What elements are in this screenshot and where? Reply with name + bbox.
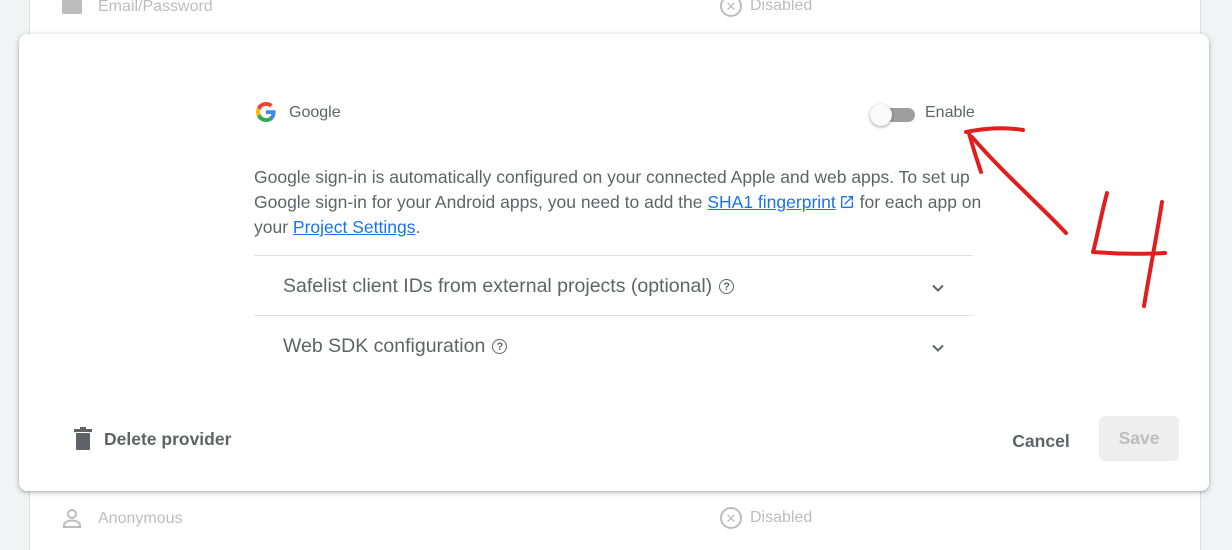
project-settings-link[interactable]: Project Settings [293,217,416,237]
dialog-header: Google Enable [254,98,975,128]
provider-row-name: Email/Password [98,0,213,15]
expander-label: Safelist client IDs from external projec… [283,275,713,297]
enable-toggle[interactable] [870,103,915,127]
provider-row-status: ✕ Disabled [720,506,812,530]
trash-icon [74,427,92,450]
web-sdk-configuration-expander[interactable]: Web SDK configuration ? [254,315,973,376]
provider-name: Google [289,104,341,121]
expander-title: Web SDK configuration ? [283,335,508,358]
delete-provider-label: Delete provider [104,428,232,449]
expander-label: Web SDK configuration [283,335,486,357]
provider-row-anonymous[interactable]: Anonymous ✕ Disabled [30,506,1200,534]
provider-status-label: Disabled [750,509,813,526]
description-text: . [415,217,421,237]
save-button[interactable]: Save [1099,416,1179,461]
safelist-client-ids-expander[interactable]: Safelist client IDs from external projec… [254,255,973,316]
help-icon[interactable]: ? [719,279,735,294]
provider-description: Google sign-in is automatically configur… [254,165,984,240]
google-provider-dialog: Google Enable Google sign-in is automati… [19,34,1209,491]
cancel-button[interactable]: Cancel [1001,426,1081,456]
chevron-down-icon[interactable] [930,280,946,296]
provider-row-name: Anonymous [98,510,183,527]
person-icon [63,509,81,528]
disabled-icon: ✕ [720,507,742,529]
provider-status-label: Disabled [750,0,813,14]
toggle-knob [870,104,892,126]
mail-icon [62,0,82,14]
expander-title: Safelist client IDs from external projec… [283,275,735,298]
sha1-fingerprint-link[interactable]: SHA1 fingerprint [707,192,835,212]
delete-provider-button[interactable]: Delete provider [72,427,231,451]
help-icon[interactable]: ? [492,339,508,354]
external-link-icon[interactable] [839,194,855,210]
enable-label: Enable [925,104,975,121]
disabled-icon: ✕ [720,0,742,17]
provider-row-email[interactable]: Email/Password ✕ Disabled [30,0,1200,22]
provider-row-status: ✕ Disabled [720,0,812,18]
sha1-link-label: SHA1 fingerprint [707,192,836,212]
chevron-down-icon[interactable] [930,340,946,356]
google-logo-icon [256,102,276,122]
